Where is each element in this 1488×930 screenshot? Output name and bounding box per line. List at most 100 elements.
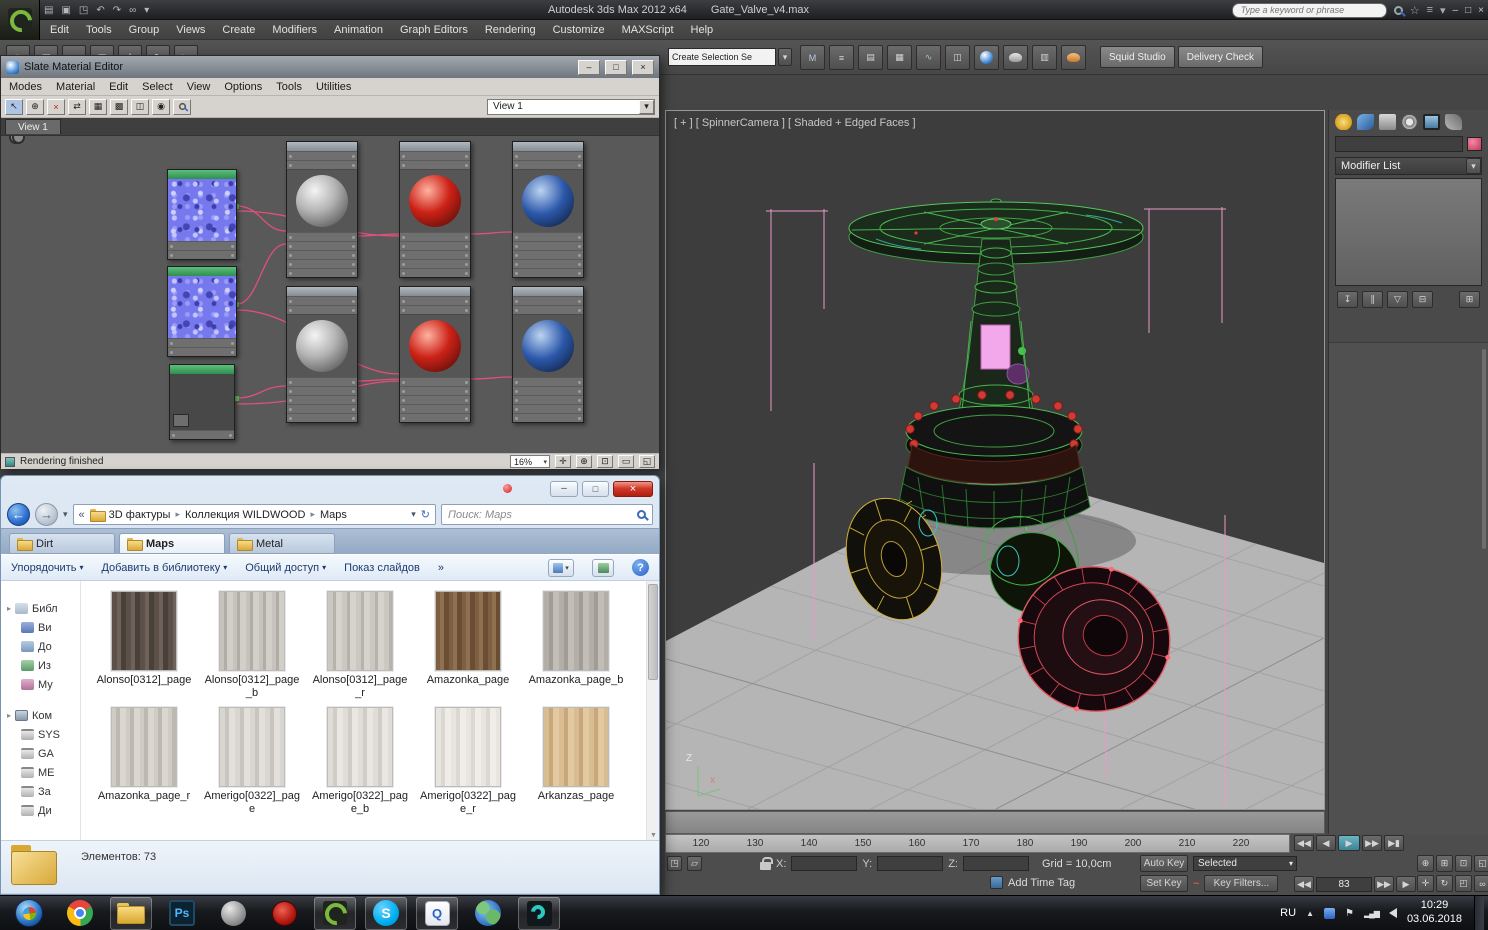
taskbar-3dsmax-icon[interactable] bbox=[314, 897, 356, 930]
me-show-grid-icon[interactable]: ▩ bbox=[110, 99, 128, 115]
breadcrumb-separator-icon[interactable]: ▸ bbox=[175, 509, 180, 520]
folder-tab-dirt[interactable]: Dirt bbox=[9, 533, 115, 554]
zoom-extents-icon[interactable]: ⊡ bbox=[1455, 855, 1472, 872]
texture-node[interactable] bbox=[167, 169, 237, 260]
restore-window-button[interactable]: □ bbox=[1465, 5, 1471, 16]
me-zoom-extents-icon[interactable]: ⊡ bbox=[597, 455, 613, 468]
navigator-icon[interactable] bbox=[9, 135, 25, 140]
menu-rendering[interactable]: Rendering bbox=[485, 24, 536, 36]
set-key-button[interactable]: Set Key bbox=[1140, 875, 1188, 892]
isolate-selection-icon[interactable]: ◳ bbox=[667, 856, 682, 871]
display-tab-icon[interactable] bbox=[1423, 114, 1440, 130]
go-to-start-button[interactable]: ◀◀ bbox=[1294, 835, 1314, 851]
configure-modifier-sets-button[interactable]: ⊞ bbox=[1459, 291, 1480, 308]
me-hide-unused-slots-icon[interactable]: ▦ bbox=[89, 99, 107, 115]
rendered-frame-window-icon[interactable]: ▥ bbox=[1032, 45, 1057, 70]
me-pan-icon[interactable]: ✛ bbox=[555, 455, 571, 468]
sidebar-item-computer[interactable]: ▸Ком bbox=[1, 706, 80, 725]
material-node[interactable] bbox=[512, 141, 584, 278]
graphite-ribbon-icon[interactable]: ▦ bbox=[887, 45, 912, 70]
sidebar-item-drive-za[interactable]: За bbox=[1, 782, 80, 801]
breadcrumb-part[interactable]: 3D фактуры bbox=[109, 509, 171, 521]
mirror-icon[interactable]: M bbox=[800, 45, 825, 70]
file-tile[interactable]: Alonso[0312]_page_b bbox=[200, 591, 304, 700]
canvas-zoom-dropdown[interactable]: 16%▾ bbox=[510, 455, 550, 468]
preview-pane-button[interactable] bbox=[592, 559, 614, 577]
slideshow-button[interactable]: Показ слайдов bbox=[344, 562, 420, 574]
menu-animation[interactable]: Animation bbox=[334, 24, 383, 36]
panel-scrollbar[interactable] bbox=[1482, 349, 1486, 549]
node-header[interactable] bbox=[513, 142, 583, 151]
file-name[interactable]: Arkanzas_page bbox=[524, 790, 628, 803]
save-file-icon[interactable]: ◳ bbox=[79, 5, 88, 16]
me-menu-material[interactable]: Material bbox=[56, 81, 95, 93]
menu-group[interactable]: Group bbox=[129, 24, 160, 36]
me-menu-edit[interactable]: Edit bbox=[109, 81, 128, 93]
me-menu-view[interactable]: View bbox=[187, 81, 211, 93]
breadcrumb-bar[interactable]: « 3D фактуры ▸ Коллекция WILDWOOD ▸ Maps… bbox=[73, 504, 436, 525]
modifier-list-dropdown[interactable]: Modifier List ▾ bbox=[1335, 157, 1482, 175]
time-tag-icon[interactable] bbox=[990, 876, 1003, 889]
file-tile[interactable]: Arkanzas_page bbox=[524, 707, 628, 803]
hierarchy-tab-icon[interactable] bbox=[1379, 114, 1396, 130]
taskbar-gray-app-icon[interactable] bbox=[212, 897, 254, 930]
show-desktop-button[interactable] bbox=[1474, 896, 1484, 930]
taskbar-teal-app-icon[interactable] bbox=[518, 897, 560, 930]
modify-tab-icon[interactable] bbox=[1357, 114, 1374, 130]
material-node[interactable] bbox=[399, 141, 471, 278]
open-file-icon[interactable]: ▣ bbox=[61, 5, 70, 16]
material-editor-titlebar[interactable]: Slate Material Editor – □ × bbox=[1, 56, 659, 78]
max-application-button[interactable] bbox=[0, 0, 40, 40]
object-color-swatch[interactable] bbox=[1467, 137, 1482, 151]
me-view-tab[interactable]: View 1 bbox=[5, 119, 61, 134]
me-menu-modes[interactable]: Modes bbox=[9, 81, 42, 93]
recent-pages-arrow-icon[interactable]: ▾ bbox=[63, 509, 68, 520]
taskbar-q-app-icon[interactable]: Q bbox=[416, 897, 458, 930]
select-link-icon[interactable]: ∞ bbox=[129, 5, 136, 16]
create-tab-icon[interactable] bbox=[1335, 114, 1352, 130]
node-header[interactable] bbox=[287, 142, 357, 151]
material-node[interactable] bbox=[512, 286, 584, 423]
key-filters-button[interactable]: Key Filters... bbox=[1204, 875, 1278, 892]
map-node[interactable] bbox=[169, 364, 235, 440]
file-name[interactable]: Amerigo[0322]_page_b bbox=[308, 790, 412, 816]
menu-views[interactable]: Views bbox=[176, 24, 205, 36]
file-thumbnail[interactable] bbox=[111, 707, 177, 787]
maximize-viewport-icon[interactable]: ◰ bbox=[1455, 875, 1472, 892]
sidebar-item-drive-me[interactable]: ME bbox=[1, 763, 80, 782]
make-unique-button[interactable]: ▽ bbox=[1387, 291, 1408, 308]
sidebar-item-videos[interactable]: Ви bbox=[1, 618, 80, 637]
sidebar-item-pictures[interactable]: Из bbox=[1, 656, 80, 675]
sidebar-item-libraries[interactable]: ▸Библ bbox=[1, 599, 80, 618]
file-name[interactable]: Alonso[0312]_page_r bbox=[308, 674, 412, 700]
selection-lock-icon[interactable] bbox=[760, 862, 771, 870]
views-button[interactable]: ▾ bbox=[548, 559, 574, 577]
file-tile[interactable]: Amerigo[0322]_page bbox=[200, 707, 304, 816]
material-editor-maximize-button[interactable]: □ bbox=[605, 60, 627, 75]
clock[interactable]: 10:29 03.06.2018 bbox=[1407, 899, 1462, 927]
file-thumbnail[interactable] bbox=[543, 591, 609, 671]
me-menu-utilities[interactable]: Utilities bbox=[316, 81, 351, 93]
file-thumbnail[interactable] bbox=[327, 707, 393, 787]
me-select-tool-icon[interactable]: ↖ bbox=[5, 99, 23, 115]
motion-tab-icon[interactable] bbox=[1401, 114, 1418, 130]
volume-icon[interactable] bbox=[1389, 908, 1397, 918]
minimize-window-button[interactable]: – bbox=[1453, 5, 1459, 16]
file-tile[interactable]: Alonso[0312]_page_r bbox=[308, 591, 412, 700]
search-icon[interactable] bbox=[1394, 6, 1403, 15]
forward-button[interactable]: → bbox=[35, 503, 58, 526]
me-delete-icon[interactable]: × bbox=[47, 99, 65, 115]
time-slider-track[interactable] bbox=[665, 811, 1325, 834]
breadcrumb-overflow-icon[interactable]: « bbox=[79, 509, 85, 521]
sidebar-item-music[interactable]: Му bbox=[1, 675, 80, 694]
favorites-icon[interactable]: ≡ bbox=[1427, 4, 1433, 16]
menu-tools[interactable]: Tools bbox=[86, 24, 112, 36]
search-box-magnifier-icon[interactable] bbox=[637, 510, 646, 519]
menu-create[interactable]: Create bbox=[222, 24, 255, 36]
me-fit-view-icon[interactable]: ◱ bbox=[639, 455, 655, 468]
go-to-previous-key-button[interactable]: ◀◀ bbox=[1294, 876, 1314, 892]
sidebar-item-documents[interactable]: До bbox=[1, 637, 80, 656]
utilities-tab-icon[interactable] bbox=[1445, 114, 1462, 130]
refresh-icon[interactable]: ↻ bbox=[421, 508, 430, 521]
node-header[interactable] bbox=[400, 287, 470, 296]
